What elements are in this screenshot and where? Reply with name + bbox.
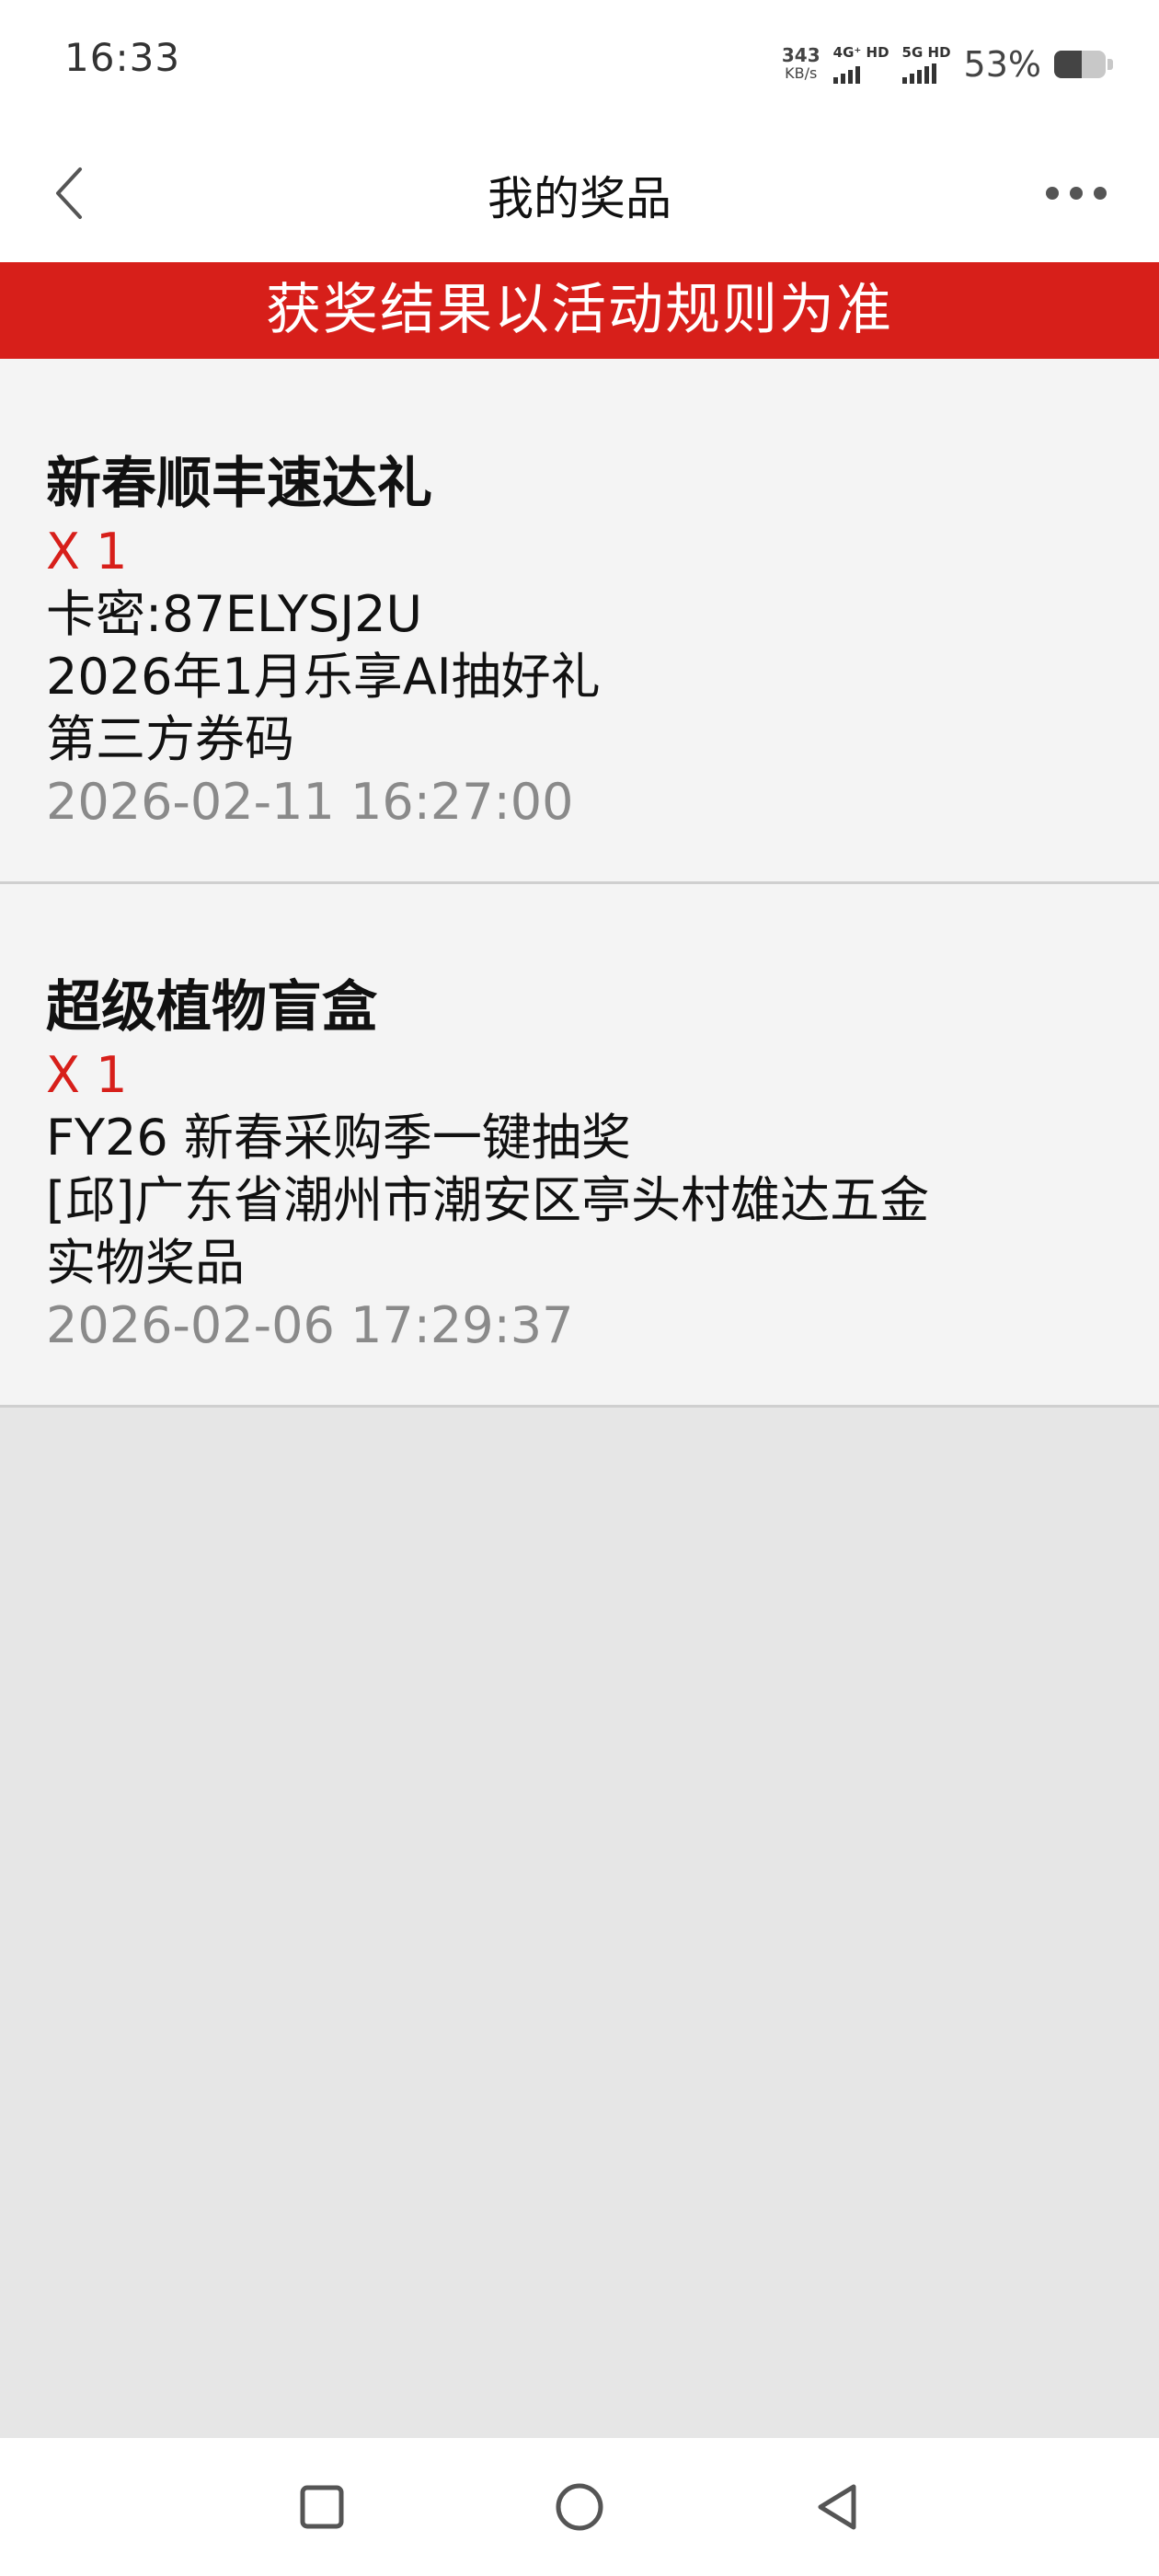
- sim1-label: 4G⁺ HD: [832, 44, 889, 61]
- more-horizontal-icon: [1046, 187, 1059, 200]
- recent-apps-button[interactable]: [290, 2475, 354, 2539]
- prize-detail-line: 实物奖品: [46, 1234, 245, 1292]
- network-speed-unit: KB/s: [785, 64, 818, 82]
- network-speed: 343 KB/s: [782, 46, 820, 83]
- prize-detail-line: 卡密:87ELYSJ2U: [46, 585, 423, 643]
- battery-percent: 53%: [963, 44, 1041, 85]
- prize-item[interactable]: 新春顺丰速达礼 X 1 卡密:87ELYSJ2U 2026年1月乐享AI抽好礼 …: [0, 359, 1159, 884]
- rules-banner: 获奖结果以活动规则为准: [0, 262, 1159, 359]
- sim2-signal: 5G HD: [901, 44, 951, 84]
- status-indicators: 343 KB/s 4G⁺ HD 5G HD 53%: [782, 37, 1113, 92]
- prize-quantity: X 1: [46, 1046, 128, 1104]
- prize-item[interactable]: 超级植物盲盒 X 1 FY26 新春采购季一键抽奖 [邱]广东省潮州市潮安区亭头…: [0, 884, 1159, 1408]
- network-speed-value: 343: [781, 44, 820, 66]
- battery-icon: [1054, 51, 1106, 78]
- signal-bars-icon: [832, 63, 860, 84]
- prize-title: 超级植物盲盒: [46, 975, 377, 1040]
- more-horizontal-icon: [1070, 187, 1083, 200]
- prize-detail-line: 2026年1月乐享AI抽好礼: [46, 648, 601, 706]
- sim1-signal: 4G⁺ HD: [832, 44, 889, 84]
- system-back-button[interactable]: [805, 2475, 869, 2539]
- prize-detail-line: 第三方券码: [46, 710, 294, 768]
- more-horizontal-icon: [1094, 187, 1107, 200]
- prize-time: 2026-02-06 17:29:37: [46, 1296, 574, 1354]
- more-button[interactable]: [1030, 166, 1122, 221]
- status-bar: 16:33 343 KB/s 4G⁺ HD 5G HD 53%: [0, 0, 1159, 129]
- prize-detail-line: [邱]广东省潮州市潮安区亭头村雄达五金: [46, 1171, 930, 1229]
- battery-tip: [1107, 59, 1113, 70]
- prize-title: 新春顺丰速达礼: [46, 452, 432, 516]
- prize-list: 新春顺丰速达礼 X 1 卡密:87ELYSJ2U 2026年1月乐享AI抽好礼 …: [0, 359, 1159, 1408]
- triangle-back-icon: [818, 2484, 856, 2530]
- prize-quantity: X 1: [46, 523, 128, 581]
- system-nav-bar: [0, 2438, 1159, 2576]
- sim2-label: 5G HD: [901, 44, 951, 61]
- prize-detail-line: FY26 新春采购季一键抽奖: [46, 1109, 631, 1167]
- circle-icon: [556, 2483, 603, 2531]
- prize-time: 2026-02-11 16:27:00: [46, 773, 574, 831]
- nav-bar: 我的奖品: [0, 129, 1159, 262]
- status-time: 16:33: [64, 35, 181, 80]
- home-button[interactable]: [547, 2475, 612, 2539]
- page-title: 我的奖品: [488, 172, 671, 225]
- square-icon: [300, 2485, 344, 2529]
- signal-bars-icon: [901, 63, 936, 84]
